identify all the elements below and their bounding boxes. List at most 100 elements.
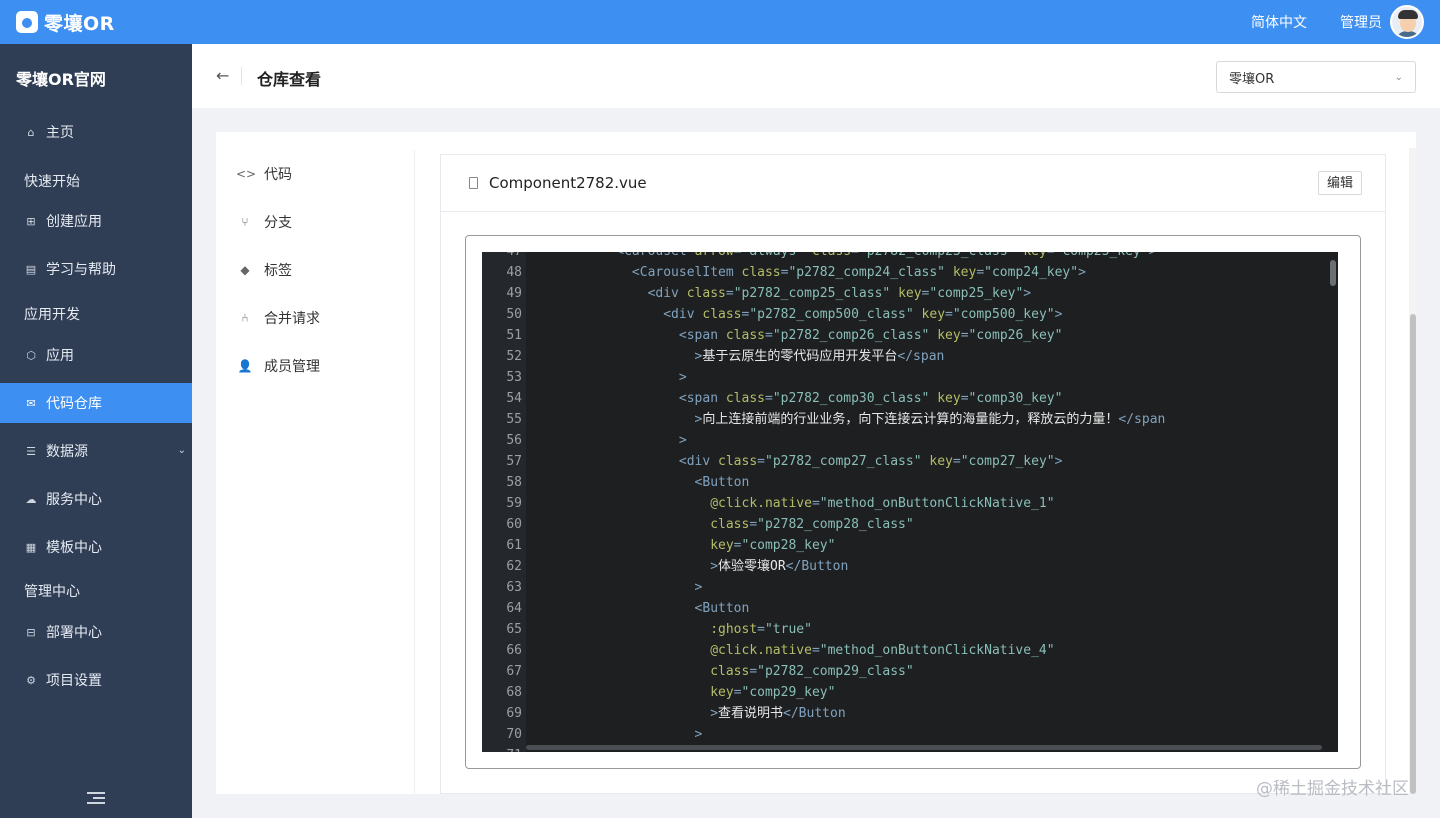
- avatar[interactable]: [1390, 5, 1424, 39]
- line-number: 54: [506, 391, 522, 406]
- code-text: >: [694, 580, 703, 595]
- sidebar-item-label: 学习与帮助: [46, 262, 116, 278]
- logo[interactable]: 零壤OR: [16, 9, 115, 36]
- horizontal-scrollbar[interactable]: [526, 745, 1322, 750]
- back-arrow-icon[interactable]: ←: [216, 66, 229, 85]
- line-number: 51: [506, 328, 522, 343]
- sidebar-item-create-app[interactable]: ⊞ 创建应用: [0, 201, 192, 241]
- line-number: 49: [506, 286, 522, 301]
- code-text: <span class="p2782_comp30_class" key="co…: [678, 391, 1063, 406]
- line-number: 47: [482, 252, 522, 262]
- code-text: >: [678, 370, 687, 385]
- sidebar-item-project-settings[interactable]: ⚙ 项目设置: [0, 660, 192, 700]
- line-number: 67: [506, 664, 522, 679]
- code-line: 62 >体验零壤OR</Button: [482, 556, 1338, 577]
- code-line: 69 >查看说明书</Button: [482, 703, 1338, 724]
- code-line: 63 >: [482, 577, 1338, 598]
- code-text: >查看说明书</Button: [710, 706, 846, 721]
- sidebar-item-service-center[interactable]: ☁ 服务中心: [0, 479, 192, 519]
- line-number: 48: [506, 265, 522, 280]
- code-editor[interactable]: 47 <Carousel arrow="always" class="p2782…: [482, 252, 1338, 752]
- repo-nav-merge-request[interactable]: ⑃ 合并请求: [236, 308, 320, 328]
- code-text: <div class="p2782_comp27_class" key="com…: [678, 454, 1063, 469]
- code-line: 64 <Button: [482, 598, 1338, 619]
- line-number: 63: [506, 580, 522, 595]
- code-text: >向上连接前端的行业业务，向下连接云计算的海量能力，释放云的力量！</span: [694, 412, 1166, 427]
- sidebar-item-template-center[interactable]: ▦ 模板中心: [0, 527, 192, 567]
- page-scrollbar[interactable]: [1409, 148, 1417, 794]
- code-text: <div class="p2782_comp500_class" key="co…: [663, 307, 1063, 322]
- code-line: 61 key="comp28_key": [482, 535, 1338, 556]
- sidebar-item-label: 数据源: [46, 444, 88, 460]
- code-line: 57 <div class="p2782_comp27_class" key="…: [482, 451, 1338, 472]
- merge-icon: ⑃: [241, 311, 249, 325]
- sidebar-item-code-repo[interactable]: ✉ 代码仓库: [0, 383, 192, 423]
- code-text: >: [678, 433, 687, 448]
- code-line: 70 >: [482, 724, 1338, 745]
- code-line: 60 class="p2782_comp28_class": [482, 514, 1338, 535]
- code-text: <span class="p2782_comp26_class" key="co…: [678, 328, 1063, 343]
- vertical-scrollbar[interactable]: [1330, 260, 1336, 286]
- line-number: 64: [506, 601, 522, 616]
- sidebar-item-datasource[interactable]: ☰ 数据源 ⌄: [0, 431, 192, 471]
- code-text: <Button: [694, 601, 750, 616]
- chevron-down-icon: ⌄: [1394, 71, 1403, 83]
- sidebar-item-learn-help[interactable]: ▤ 学习与帮助: [0, 249, 192, 289]
- sidebar-item-deploy-center[interactable]: ⊟ 部署中心: [0, 612, 192, 652]
- watermark: @稀土掘金技术社区: [1256, 779, 1409, 799]
- branch-icon: ⑂: [241, 215, 249, 229]
- code-icon: <>: [236, 167, 257, 181]
- collapse-sidebar-icon[interactable]: [87, 792, 105, 806]
- user-role[interactable]: 管理员: [1340, 12, 1382, 32]
- page-scrollbar-thumb[interactable]: [1410, 314, 1416, 794]
- repo-nav-label: 代码: [264, 167, 292, 183]
- user-icon: 👤: [237, 359, 253, 373]
- cloud-icon: ☁: [25, 492, 37, 506]
- line-number: 61: [506, 538, 522, 553]
- edit-button[interactable]: 编辑: [1317, 171, 1362, 195]
- code-line: 56 >: [482, 430, 1338, 451]
- sidebar: 零壤OR官网 ⌂ 主页 快速开始 ⊞ 创建应用 ▤ 学习与帮助 应用开发 ⬡ 应…: [0, 44, 192, 818]
- code-viewer-frame: 47 <Carousel arrow="always" class="p2782…: [465, 235, 1361, 769]
- book-icon: ▤: [25, 262, 37, 276]
- header-divider: [241, 67, 242, 85]
- line-number: 68: [506, 685, 522, 700]
- file-header: Component2782.vue 编辑: [441, 155, 1385, 212]
- language-switch[interactable]: 简体中文: [1251, 12, 1307, 32]
- code-line: 68 key="comp29_key": [482, 682, 1338, 703]
- code-text: @click.native="method_onButtonClickNativ…: [710, 643, 1055, 658]
- repo-select[interactable]: 零壤OR ⌄: [1216, 61, 1416, 93]
- code-line: 54 <span class="p2782_comp30_class" key=…: [482, 388, 1338, 409]
- line-number: 62: [506, 559, 522, 574]
- sidebar-item-label: 模板中心: [46, 540, 102, 556]
- line-number: 52: [506, 349, 522, 364]
- repo-nav-code[interactable]: <> 代码: [236, 164, 292, 184]
- page-title: 仓库查看: [257, 70, 322, 89]
- content-card: <> 代码 ⑂ 分支 ◆ 标签 ⑃ 合并请求 👤 成员管理 Component2…: [216, 132, 1416, 794]
- sidebar-group-management: 管理中心: [24, 584, 80, 600]
- line-number: 53: [506, 370, 522, 385]
- code-line: 65 :ghost="true": [482, 619, 1338, 640]
- repo-icon: ✉: [26, 396, 36, 410]
- code-line: 53 >: [482, 367, 1338, 388]
- sidebar-item-home[interactable]: ⌂ 主页: [0, 112, 192, 152]
- code-text: <div class="p2782_comp25_class" key="com…: [647, 286, 1032, 301]
- line-number: 55: [506, 412, 522, 427]
- repo-nav-tag[interactable]: ◆ 标签: [236, 260, 292, 280]
- sidebar-item-label: 代码仓库: [46, 396, 102, 412]
- code-text: :ghost="true": [710, 622, 812, 637]
- nav-divider: [414, 150, 415, 794]
- sidebar-item-apps[interactable]: ⬡ 应用: [0, 335, 192, 375]
- repo-nav-members[interactable]: 👤 成员管理: [236, 356, 320, 376]
- plus-square-icon: ⊞: [26, 214, 36, 228]
- repo-nav-label: 标签: [264, 263, 292, 279]
- file-name: Component2782.vue: [489, 174, 647, 192]
- repo-nav-branch[interactable]: ⑂ 分支: [236, 212, 292, 232]
- file-panel: Component2782.vue 编辑 47 <Carousel arrow=…: [440, 154, 1386, 794]
- code-line: 51 <span class="p2782_comp26_class" key=…: [482, 325, 1338, 346]
- sidebar-item-label: 部署中心: [46, 625, 102, 641]
- code-line: 48 <CarouselItem class="p2782_comp24_cla…: [482, 262, 1338, 283]
- deploy-icon: ⊟: [26, 625, 36, 639]
- sidebar-item-label: 创建应用: [46, 214, 102, 230]
- line-number: 50: [506, 307, 522, 322]
